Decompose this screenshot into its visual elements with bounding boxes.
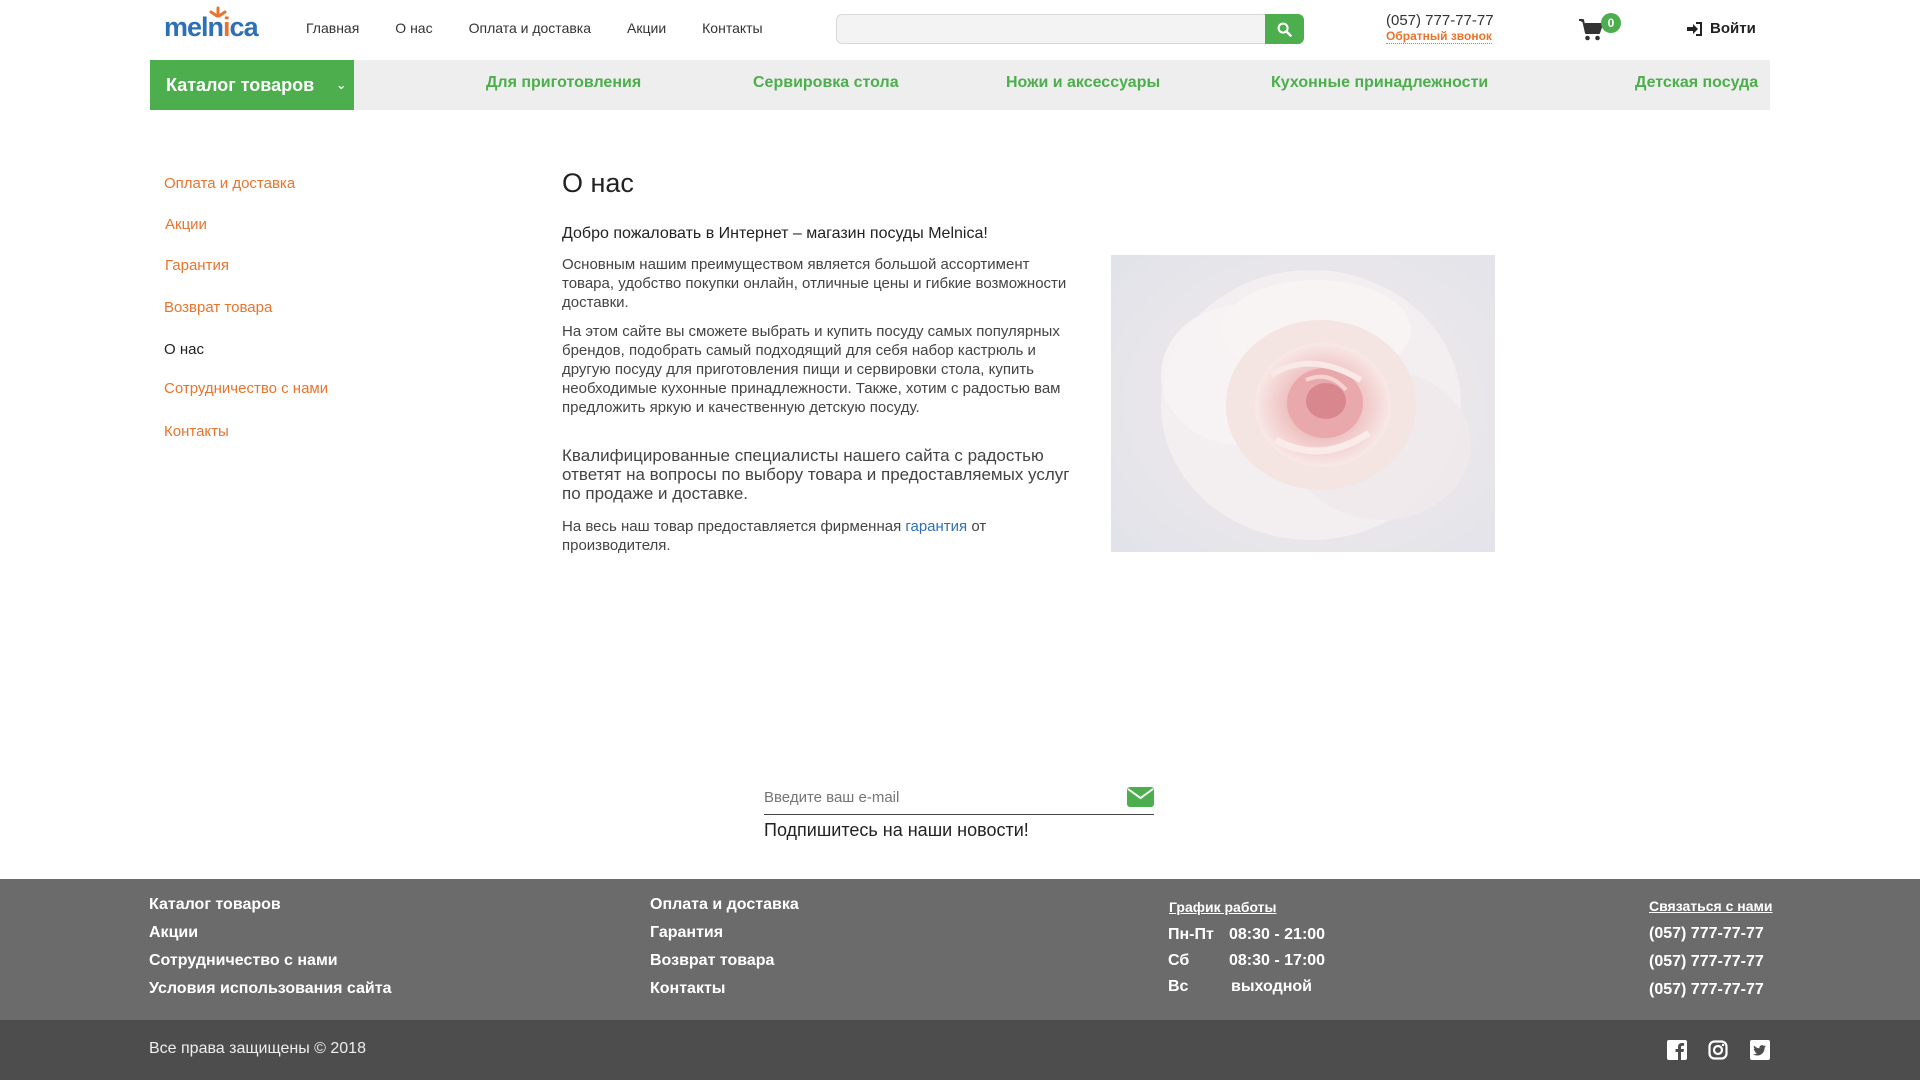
nav-contacts[interactable]: Контакты — [702, 20, 762, 36]
envelope-icon[interactable] — [1127, 787, 1154, 807]
footer-column-2: Оплата и доставка Гарантия Возврат товар… — [650, 895, 799, 1007]
subscribe-field — [764, 780, 1154, 815]
logo[interactable]: melnica — [164, 6, 259, 42]
search-icon — [1277, 22, 1292, 37]
guarantee-text-before: На весь наш товар предоставляется фирмен… — [562, 518, 906, 535]
schedule-row: Вс выходной — [1168, 978, 1325, 996]
header-phone[interactable]: (057) 777-77-77 — [1386, 12, 1494, 29]
login-label: Войти — [1710, 20, 1756, 37]
category-kids-dishes[interactable]: Детская посуда — [1635, 74, 1758, 92]
footer-link-catalog[interactable]: Каталог товаров — [149, 895, 392, 914]
footer-link-cooperation[interactable]: Сотрудничество с нами — [149, 951, 392, 970]
schedule-time: 08:30 - 21:00 — [1229, 926, 1326, 943]
footer-link-promotions[interactable]: Акции — [149, 923, 392, 942]
sidebar-item-promotions[interactable]: Акции — [165, 216, 207, 233]
schedule-time: 08:30 - 17:00 — [1229, 952, 1326, 969]
schedule-day: Пн-Пт — [1168, 926, 1214, 943]
schedule-row: Сб 08:30 - 17:00 — [1168, 952, 1325, 970]
category-kitchen-tools[interactable]: Кухонные принадлежности — [1271, 74, 1488, 92]
about-paragraph-3: Квалифицированные специалисты нашего сай… — [562, 446, 1070, 503]
category-bar — [150, 60, 1770, 110]
footer-link-payment-delivery[interactable]: Оплата и доставка — [650, 895, 799, 914]
footer-phones: (057) 777-77-77 (057) 777-77-77 (057) 77… — [1649, 924, 1764, 1008]
schedule-time: выходной — [1231, 978, 1312, 995]
cart-count-badge: 0 — [1601, 13, 1621, 33]
schedule-day: Сб — [1168, 952, 1190, 969]
subscribe-email-input[interactable] — [764, 788, 1127, 806]
category-knives[interactable]: Ножи и аксессуары — [1006, 74, 1160, 92]
top-nav: Главная О нас Оплата и доставка Акции Ко… — [306, 20, 763, 36]
footer-link-returns[interactable]: Возврат товара — [650, 951, 799, 970]
page-title: О нас — [562, 168, 634, 198]
category-cooking[interactable]: Для приготовления — [486, 74, 641, 92]
schedule-title: График работы — [1169, 899, 1277, 915]
chevron-down-icon: ⌄ — [336, 78, 347, 92]
category-table-setting[interactable]: Сервировка стола — [753, 74, 899, 92]
sidebar-item-about[interactable]: О нас — [164, 341, 204, 358]
sidebar-item-contacts[interactable]: Контакты — [164, 423, 229, 440]
welcome-heading: Добро пожаловать в Интернет – магазин по… — [562, 225, 988, 242]
instagram-icon[interactable] — [1708, 1040, 1728, 1060]
footer-phone[interactable]: (057) 777-77-77 — [1649, 924, 1764, 943]
nav-home[interactable]: Главная — [306, 20, 359, 36]
nav-payment-delivery[interactable]: Оплата и доставка — [469, 20, 591, 36]
schedule-row: Пн-Пт 08:30 - 21:00 — [1168, 926, 1325, 944]
about-paragraph-2: На этом сайте вы сможете выбрать и купит… — [562, 323, 1061, 416]
catalog-button[interactable]: Каталог товаров ⌄ — [150, 60, 354, 110]
footer-link-terms[interactable]: Условия использования сайта — [149, 979, 392, 998]
footer-phone[interactable]: (057) 777-77-77 — [1649, 980, 1764, 999]
about-paragraph-1: Основным нашим преимуществом является бо… — [562, 256, 1067, 311]
sidebar-item-returns[interactable]: Возврат товара — [164, 299, 272, 316]
twitter-icon[interactable] — [1750, 1040, 1770, 1060]
sidebar-item-guarantee[interactable]: Гарантия — [165, 257, 229, 274]
search-bar — [836, 14, 1304, 44]
schedule-table: Пн-Пт 08:30 - 21:00 Сб 08:30 - 17:00 Вс … — [1168, 926, 1325, 996]
logo-letter-i: i — [223, 12, 230, 42]
logo-text: melnica — [164, 12, 259, 42]
copyright: Все права защищены © 2018 — [149, 1040, 366, 1057]
footer-link-contacts[interactable]: Контакты — [650, 979, 799, 998]
login-icon — [1687, 21, 1702, 36]
search-input[interactable] — [836, 14, 1265, 44]
callback-link[interactable]: Обратный звонок — [1386, 30, 1492, 44]
footer-column-1: Каталог товаров Акции Сотрудничество с н… — [149, 895, 392, 1007]
about-paragraph-4: На весь наш товар предоставляется фирмен… — [562, 517, 1082, 555]
footer-link-guarantee[interactable]: Гарантия — [650, 923, 799, 942]
contact-title[interactable]: Связаться с нами — [1649, 898, 1772, 914]
nav-about[interactable]: О нас — [395, 20, 432, 36]
login-button[interactable]: Войти — [1686, 20, 1756, 37]
nav-promotions[interactable]: Акции — [627, 20, 666, 36]
rose-photo — [1111, 255, 1495, 552]
catalog-label: Каталог товаров — [166, 74, 315, 95]
schedule-day: Вс — [1168, 978, 1189, 995]
search-button[interactable] — [1265, 14, 1304, 44]
guarantee-link[interactable]: гарантия — [905, 518, 967, 535]
subscribe-label: Подпишитесь на наши новости! — [764, 820, 1029, 840]
sidebar-item-cooperation[interactable]: Сотрудничество с нами — [164, 380, 328, 397]
sidebar-item-payment-delivery[interactable]: Оплата и доставка — [164, 175, 295, 192]
footer-phone[interactable]: (057) 777-77-77 — [1649, 952, 1764, 971]
facebook-icon[interactable] — [1667, 1040, 1687, 1060]
